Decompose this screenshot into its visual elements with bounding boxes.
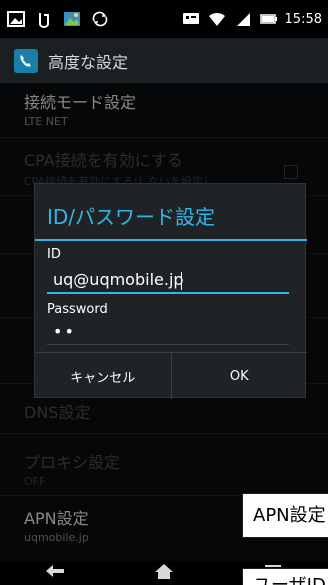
dialog-title-divider [35, 239, 307, 241]
annotation-apn: APN設定 [242, 493, 328, 538]
dialog-title: ID/パスワード設定 [47, 205, 216, 229]
signal-icon [233, 9, 253, 29]
data-usage-icon [34, 9, 54, 29]
home-icon[interactable] [153, 562, 175, 584]
phone-app-icon[interactable] [14, 48, 38, 73]
notification-icon [181, 9, 201, 29]
sync-icon [90, 9, 110, 29]
back-icon[interactable] [44, 562, 66, 584]
gallery-icon [62, 9, 82, 29]
screenshot-icon [6, 9, 26, 29]
password-field-underline [47, 344, 289, 345]
id-password-dialog: ID/パスワード設定 ID uq@uqmobile.jp Password ••… [34, 183, 307, 399]
id-label: ID [47, 247, 61, 262]
clock: 15:58 [284, 11, 322, 27]
action-bar: 高度な設定 [0, 38, 328, 83]
text-cursor [181, 272, 182, 290]
status-bar: 15:58 [0, 0, 328, 38]
annotation-user-id: ユーザID [242, 568, 328, 585]
password-field[interactable]: •• [53, 322, 76, 341]
cancel-button[interactable]: キャンセル [35, 353, 171, 399]
id-field-underline [47, 292, 289, 294]
wifi-icon [207, 9, 227, 29]
dialog-buttons: キャンセル OK [35, 352, 307, 399]
android-screen: 15:58 高度な設定 接続モード設定 LTE NET CPA接続を有効にする … [0, 0, 328, 585]
ok-button[interactable]: OK [170, 353, 308, 399]
battery-icon [259, 9, 279, 29]
id-field[interactable]: uq@uqmobile.jp [53, 270, 184, 289]
action-bar-title: 高度な設定 [48, 52, 129, 72]
password-label: Password [47, 302, 108, 317]
